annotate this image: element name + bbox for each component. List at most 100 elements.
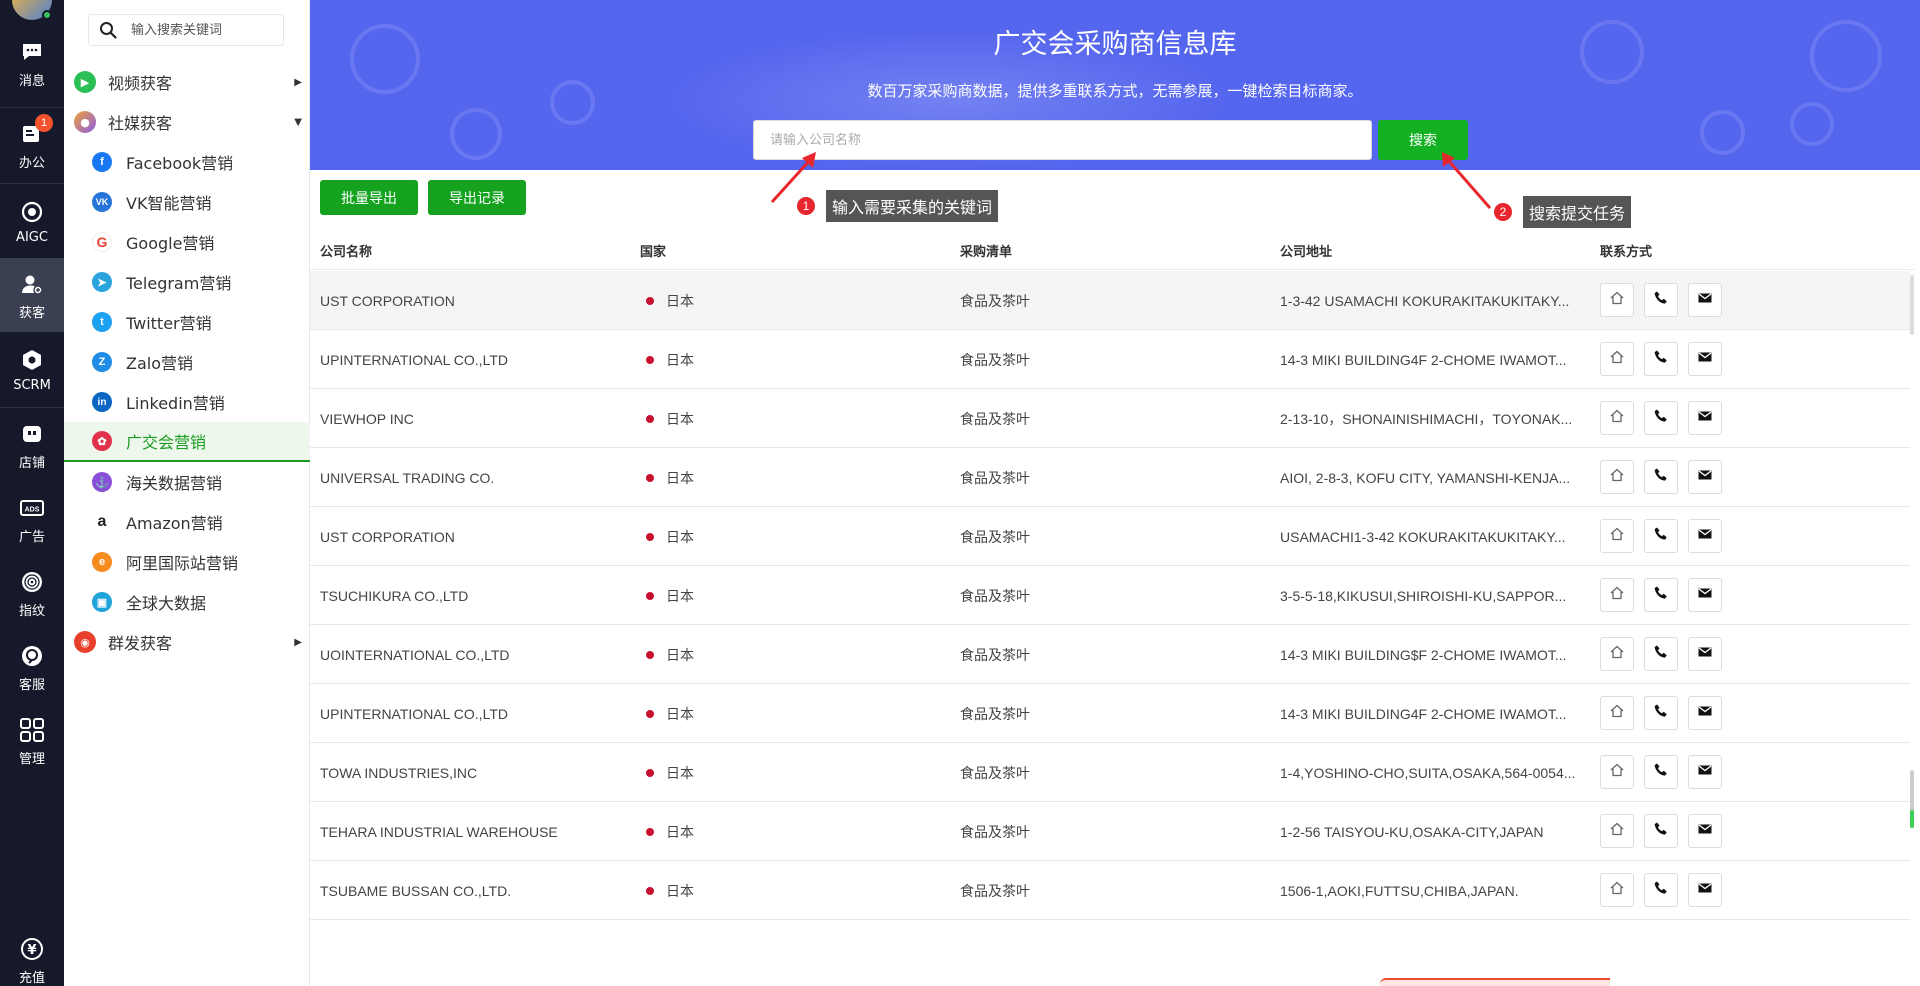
rail-item-fingerprint[interactable]: 指纹 xyxy=(0,556,64,630)
email-button[interactable] xyxy=(1688,873,1722,907)
phone-button[interactable] xyxy=(1644,283,1678,317)
phone-button[interactable] xyxy=(1644,814,1678,848)
rail-item-scrm[interactable]: SCRM xyxy=(0,332,64,406)
table-row[interactable]: UPINTERNATIONAL CO.,LTD 日本 食品及茶叶 14-3 MIKI … xyxy=(310,684,1910,743)
phone-button[interactable] xyxy=(1644,696,1678,730)
rail-item-manage[interactable]: 管理 xyxy=(0,704,64,778)
table-row[interactable]: UST CORPORATION 日本 食品及茶叶 USAMACHI1-3-42 KOK… xyxy=(310,507,1910,566)
table-row[interactable]: UST CORPORATION 日本 食品及茶叶 1-3-42 USAMACHI KO… xyxy=(310,271,1910,330)
sidebar-item-telegram[interactable]: ➤ Telegram营销 xyxy=(64,262,310,302)
home-button[interactable] xyxy=(1600,342,1634,376)
email-button[interactable] xyxy=(1688,460,1722,494)
search-button[interactable]: 搜索 xyxy=(1378,120,1468,160)
sidebar-item-video[interactable]: ▶ 视频获客 ▶ xyxy=(64,62,310,102)
rail-item-recharge[interactable]: ¥ 充值 xyxy=(0,935,64,986)
purchase-cell: 食品及茶叶 xyxy=(960,470,1030,487)
table-row[interactable]: TSUCHIKURA CO.,LTD 日本 食品及茶叶 3-5-5-18,KIKUSU… xyxy=(310,566,1910,625)
rail-item-ads[interactable]: ADS 广告 xyxy=(0,482,64,556)
rail-item-support[interactable]: 客服 xyxy=(0,630,64,704)
sidebar-item-canton-fair[interactable]: ✿ 广交会营销 xyxy=(64,422,310,462)
sidebar-item-global-data[interactable]: ▣ 全球大数据 xyxy=(64,582,310,622)
tip-number-badge: 1 xyxy=(797,197,815,215)
table-row[interactable]: VIEWHOP INC 日本 食品及茶叶 2-13-10，SHONAINISHIMAC… xyxy=(310,389,1910,448)
purchase-cell: 食品及茶叶 xyxy=(960,411,1030,428)
sidebar-item-facebook[interactable]: f Facebook营销 xyxy=(64,142,310,182)
sidebar-item-customs[interactable]: ⚓ 海关数据营销 xyxy=(64,462,310,502)
export-records-button[interactable]: 导出记录 xyxy=(428,180,526,215)
tip-submit: 搜索提交任务 xyxy=(1523,196,1632,228)
country-label: 日本 xyxy=(666,883,694,900)
table-row[interactable]: UPINTERNATIONAL CO.,LTD 日本 食品及茶叶 14-3 MIKI … xyxy=(310,330,1910,389)
email-button[interactable] xyxy=(1688,696,1722,730)
home-button[interactable] xyxy=(1600,637,1634,671)
sidebar-search[interactable] xyxy=(88,14,284,46)
sidebar-item-twitter[interactable]: t Twitter营销 xyxy=(64,302,310,342)
sidebar-item-label: 阿里国际站营销 xyxy=(126,554,239,573)
phone-button[interactable] xyxy=(1644,755,1678,789)
home-button[interactable] xyxy=(1600,696,1634,730)
sidebar-item-google[interactable]: G Google营销 xyxy=(64,222,310,262)
monitor-icon: ▣ xyxy=(92,592,112,612)
email-button[interactable] xyxy=(1688,637,1722,671)
email-button[interactable] xyxy=(1688,814,1722,848)
phone-button[interactable] xyxy=(1644,460,1678,494)
country-cell: 日本 xyxy=(646,802,694,861)
sidebar-item-label: VK智能营销 xyxy=(126,194,212,213)
email-button[interactable] xyxy=(1688,755,1722,789)
email-button[interactable] xyxy=(1688,283,1722,317)
country-cell: 日本 xyxy=(646,271,694,330)
phone-button[interactable] xyxy=(1644,342,1678,376)
table-row[interactable]: UOINTERNATIONAL CO.,LTD 日本 食品及茶叶 14-3 MIKI … xyxy=(310,625,1910,684)
home-button[interactable] xyxy=(1600,283,1634,317)
email-button[interactable] xyxy=(1688,578,1722,612)
phone-button[interactable] xyxy=(1644,637,1678,671)
table-row[interactable]: TEHARA INDUSTRIAL WAREHOUSE 日本 食品及茶叶 1-2-56… xyxy=(310,802,1910,861)
rail-item-messages[interactable]: 消息 xyxy=(0,26,64,100)
rail-label: 店铺 xyxy=(18,455,45,471)
table-row[interactable]: TSUBAME BUSSAN CO.,LTD. 日本 食品及茶叶 1506-1,AOK… xyxy=(310,861,1910,920)
column-header: 国家 xyxy=(640,244,667,260)
phone-button[interactable] xyxy=(1644,578,1678,612)
table-header: 公司名称 国家 采购清单 公司地址 联系方式 xyxy=(310,230,1915,270)
sidebar-item-zalo[interactable]: Z Zalo营销 xyxy=(64,342,310,382)
rail-item-aigc[interactable]: AIGC xyxy=(0,184,64,258)
table-row[interactable]: UNIVERSAL TRADING CO. 日本 食品及茶叶 AIOI, 2-8-3,… xyxy=(310,448,1910,507)
table-row[interactable]: TOWA INDUSTRIES,INC 日本 食品及茶叶 1-4,YOSHINO-CH… xyxy=(310,743,1910,802)
phone-button[interactable] xyxy=(1644,401,1678,435)
home-button[interactable] xyxy=(1600,460,1634,494)
home-button[interactable] xyxy=(1600,755,1634,789)
home-button[interactable] xyxy=(1600,401,1634,435)
address-cell: 3-5-5-18,KIKUSUI,SHIROISHI-KU,SAPPOR... xyxy=(1280,587,1567,604)
country-label: 日本 xyxy=(666,352,694,369)
company-name-cell: TOWA INDUSTRIES,INC xyxy=(320,764,478,781)
sidebar-item-vk[interactable]: VK VK智能营销 xyxy=(64,182,310,222)
email-button[interactable] xyxy=(1688,519,1722,553)
sidebar-item-linkedin[interactable]: in Linkedin营销 xyxy=(64,382,310,422)
sidebar-item-bulk[interactable]: ◉ 群发获客 ▶ xyxy=(64,622,310,662)
bulk-export-button[interactable]: 批量导出 xyxy=(320,180,418,215)
home-icon xyxy=(1609,585,1625,606)
email-button[interactable] xyxy=(1688,342,1722,376)
rail-item-office[interactable]: 1 办公 xyxy=(0,108,64,182)
phone-button[interactable] xyxy=(1644,519,1678,553)
company-search-input[interactable] xyxy=(753,120,1372,160)
column-header: 联系方式 xyxy=(1600,244,1653,260)
phone-button[interactable] xyxy=(1644,873,1678,907)
japan-flag-icon xyxy=(646,709,654,718)
country-cell: 日本 xyxy=(646,389,694,448)
sidebar-search-input[interactable] xyxy=(131,22,271,38)
sidebar-item-alibaba[interactable]: e 阿里国际站营销 xyxy=(64,542,310,582)
home-button[interactable] xyxy=(1600,578,1634,612)
rail-item-acquire[interactable]: 获客 xyxy=(0,258,64,332)
home-button[interactable] xyxy=(1600,814,1634,848)
sidebar-item-social[interactable]: ● 社媒获客 ▼ xyxy=(64,102,310,142)
scrollbar[interactable] xyxy=(1910,275,1914,335)
email-button[interactable] xyxy=(1688,401,1722,435)
rail-item-shop[interactable]: 店铺 xyxy=(0,408,64,482)
home-icon xyxy=(1609,644,1625,665)
home-button[interactable] xyxy=(1600,519,1634,553)
sidebar-item-amazon[interactable]: a Amazon营销 xyxy=(64,502,310,542)
phone-icon xyxy=(1653,644,1669,665)
home-button[interactable] xyxy=(1600,873,1634,907)
company-name-cell: UST CORPORATION xyxy=(320,292,455,309)
